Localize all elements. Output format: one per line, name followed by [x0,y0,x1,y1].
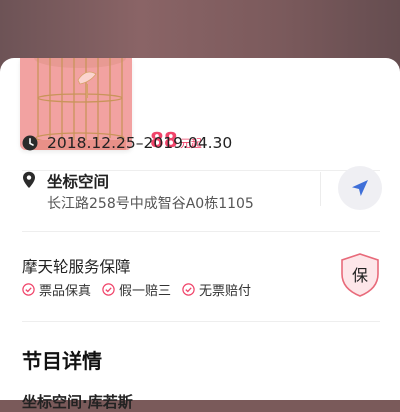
date-range: 2018.12.25–2019.04.30 [47,134,233,152]
guarantee-items: 票品保真 假一赔三 无票赔付 [22,280,262,299]
clock-icon [22,135,38,151]
venue-name[interactable]: 坐标空间 [47,170,109,192]
guarantee-item: 假一赔三 [102,280,171,299]
divider [22,321,380,322]
divider [22,231,380,232]
check-circle-icon [102,283,115,296]
guarantee-title[interactable]: 摩天轮服务保障 [22,255,131,277]
guarantee-item-label: 票品保真 [39,284,92,299]
check-circle-icon [22,283,35,296]
navigate-button[interactable] [338,166,382,210]
guarantee-item: 票品保真 [22,280,91,299]
venue-separator [320,172,321,206]
venue-address[interactable]: 长江路258号中成智谷A0栋1105 [47,193,254,213]
shield-icon[interactable]: 保 [338,252,382,302]
detail-sheet: 88 元起 2018.12.25–2019.04.30 坐标空间 长江路258号中… [0,58,400,411]
navigation-arrow-icon [352,180,368,196]
check-circle-icon [182,283,195,296]
guarantee-item-label: 无票赔付 [199,284,252,299]
location-pin-icon [22,171,36,193]
section-title: 节目详情 [22,349,102,373]
guarantee-item: 无票赔付 [182,280,251,299]
shield-badge-text: 保 [352,266,368,285]
detail-first-line: 坐标空间·库若斯 [22,393,133,411]
guarantee-item-label: 假一赔三 [119,284,172,299]
date-row: 2018.12.25–2019.04.30 [22,133,232,153]
